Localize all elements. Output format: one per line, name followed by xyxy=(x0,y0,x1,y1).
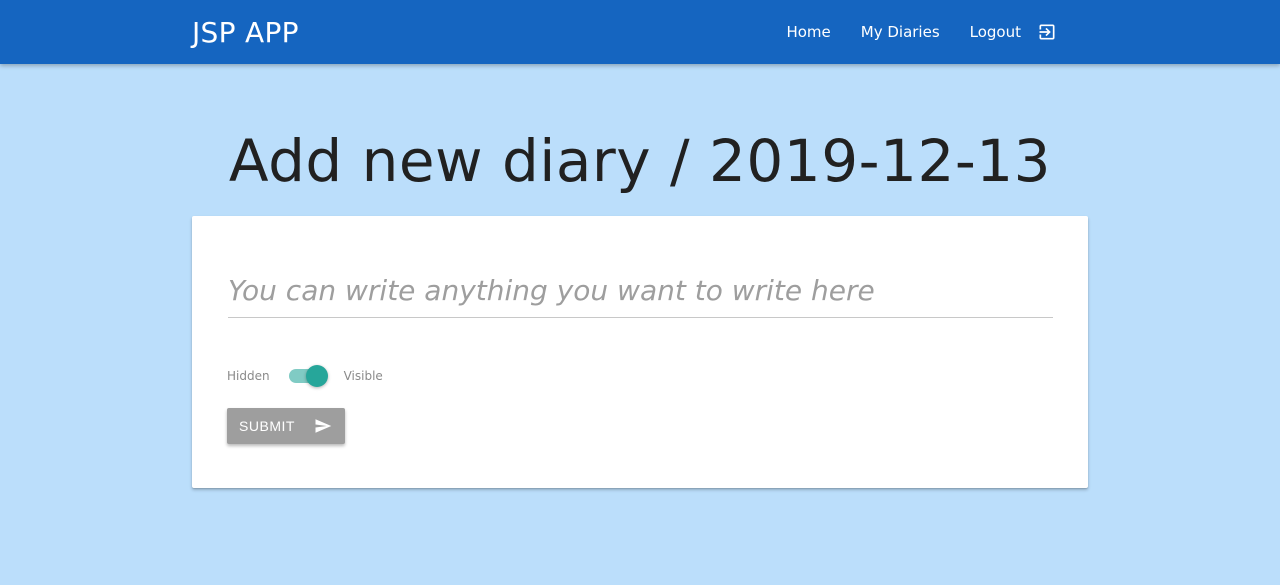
toggle-knob xyxy=(305,365,328,387)
logout-icon xyxy=(1037,22,1057,42)
switch-off-label: Hidden xyxy=(227,369,270,383)
send-icon xyxy=(313,417,333,435)
page-title: Add new diary / 2019-12-13 xyxy=(228,127,1052,195)
submit-button[interactable]: SUBMIT xyxy=(227,408,345,444)
nav-my-diaries-link[interactable]: My Diaries xyxy=(846,0,955,64)
nav-links: Home My Diaries Logout xyxy=(771,0,1072,64)
visibility-switch: Hidden Visible xyxy=(227,365,383,387)
nav-logout-link[interactable]: Logout xyxy=(955,0,1072,64)
nav-home-link[interactable]: Home xyxy=(771,0,845,64)
nav-my-diaries-label: My Diaries xyxy=(860,23,940,41)
submit-button-label: SUBMIT xyxy=(239,418,295,434)
brand-logo[interactable]: JSP APP xyxy=(192,0,299,64)
diary-text-input[interactable] xyxy=(228,264,1053,318)
switch-on-label: Visible xyxy=(343,369,383,383)
nav-logout-label: Logout xyxy=(969,23,1021,41)
visibility-toggle[interactable] xyxy=(288,365,328,387)
diary-form-card: Hidden Visible SUBMIT xyxy=(192,216,1088,488)
navbar: JSP APP Home My Diaries Logout xyxy=(0,0,1280,64)
nav-home-label: Home xyxy=(786,23,831,41)
